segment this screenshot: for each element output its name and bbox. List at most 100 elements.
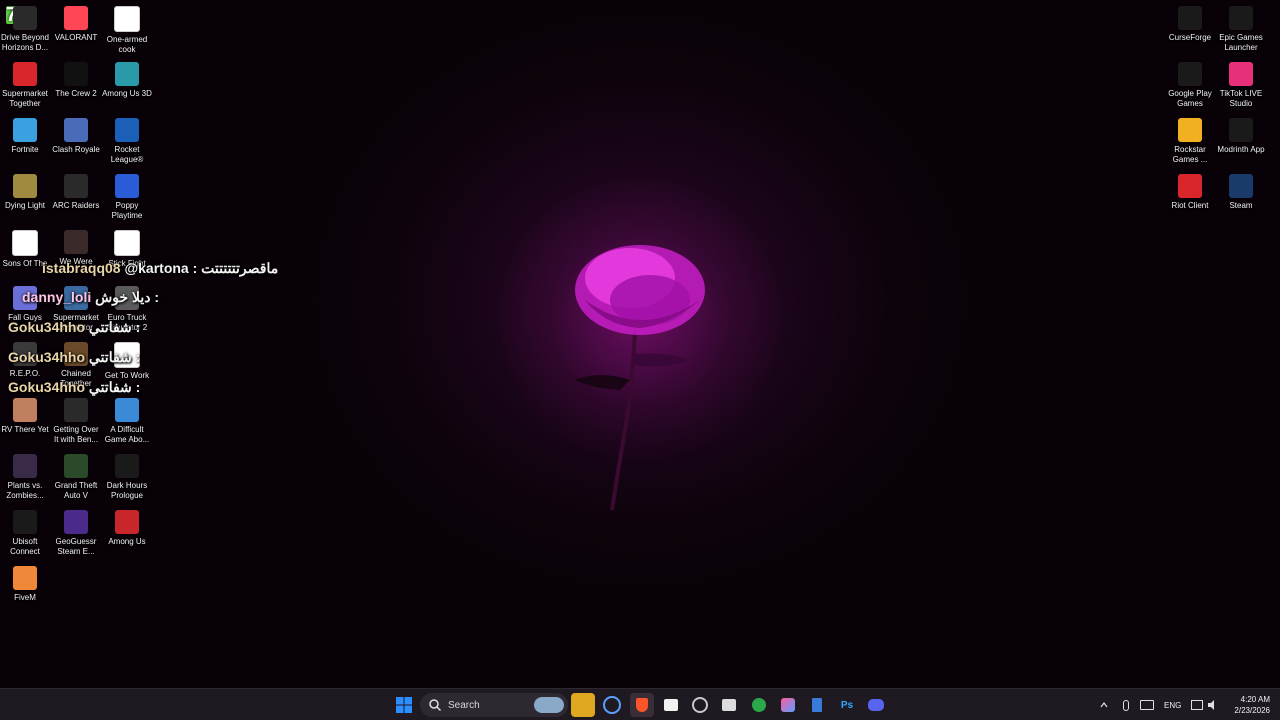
curseforge-icon <box>1178 6 1202 30</box>
volume-icon[interactable] <box>1204 693 1222 717</box>
windows-icon <box>396 697 412 713</box>
getting-over-it-icon <box>64 398 88 422</box>
desktop-icon[interactable]: Ubisoft Connect <box>0 510 50 557</box>
riot-client-icon <box>1178 174 1202 198</box>
chat-line: Goku34hho شفاتتي : <box>8 379 140 396</box>
microphone-icon[interactable] <box>1116 693 1136 717</box>
desktop-icon-label: Rocket League® <box>110 145 144 164</box>
discord-icon[interactable] <box>864 693 888 717</box>
clock[interactable]: 4:20 AM 2/23/2026 <box>1222 694 1270 716</box>
cortana-icon[interactable] <box>600 693 624 717</box>
steam-icon <box>1229 174 1253 198</box>
dying-light-icon <box>13 174 37 198</box>
desktop-icon-label: Ubisoft Connect <box>10 537 40 556</box>
taskbar: Search Ps ENG 4:20 AM 2/23/2026 <box>0 688 1280 720</box>
desktop-icon-label: ARC Raiders <box>52 201 100 210</box>
chat-line: danny_loli ديلا خوش : <box>22 289 159 306</box>
desktop-icon[interactable]: Riot Client <box>1165 174 1215 211</box>
desktop-icon-label: VALORANT <box>54 33 98 42</box>
desktop-icon[interactable]: VALORANT <box>51 6 101 43</box>
chat-message: ديلا خوش : <box>95 289 160 305</box>
poppy-playtime-icon <box>115 174 139 198</box>
desktop-icon[interactable]: Grand Theft Auto V <box>51 454 101 501</box>
search-icon <box>429 699 442 712</box>
capcut-icon[interactable] <box>659 693 683 717</box>
chat-message: شفاتتي : <box>88 379 141 395</box>
desktop-icon[interactable]: Getting Over It with Ben... <box>51 398 101 445</box>
desktop-icon[interactable]: FiveM <box>0 566 50 603</box>
chat-message: شفاتتي : <box>88 319 141 335</box>
calculator-icon[interactable] <box>805 693 829 717</box>
desktop-icon[interactable]: Among Us 3D <box>102 62 152 99</box>
desktop-icon[interactable]: The Crew 2 <box>51 62 101 99</box>
desktop-icon[interactable]: TikTok LIVE Studio <box>1216 62 1266 109</box>
rv-there-yet-icon <box>13 398 37 422</box>
desktop-icon-label: Clash Royale <box>52 145 100 154</box>
chat-line: Goku34hho شفاتتي : <box>8 349 140 366</box>
desktop-icon-label: Modrinth App <box>1217 145 1265 154</box>
capture-app-icon[interactable] <box>717 693 741 717</box>
desktop-icon[interactable]: Google Play Games <box>1165 62 1215 109</box>
desktop-icon[interactable]: Modrinth App <box>1216 118 1266 155</box>
photoshop-icon[interactable]: Ps <box>835 693 859 717</box>
desktop-icon-label: TikTok LIVE Studio <box>1219 89 1263 108</box>
language-indicator[interactable]: ENG <box>1164 701 1181 710</box>
search-label: Search <box>448 699 480 711</box>
desktop-icon-label: Rockstar Games ... <box>1172 145 1208 164</box>
desktop-icon[interactable]: Rocket League® <box>102 118 152 165</box>
desktop-icon-label: Supermarket Together <box>2 89 48 108</box>
desktop-icon[interactable]: RV There Yet <box>0 398 50 435</box>
tiktok-live-studio-icon <box>1229 62 1253 86</box>
desktop-icon-label: One-armed cook <box>106 35 148 54</box>
among-us-3d-icon <box>115 62 139 86</box>
desktop-icon-label: Epic Games Launcher <box>1219 33 1263 52</box>
keyboard-icon[interactable] <box>1137 693 1157 717</box>
ubisoft-connect-icon <box>13 510 37 534</box>
desktop-icon[interactable]: Dying Light <box>0 174 50 211</box>
rocket-league-icon <box>115 118 139 142</box>
desktop-icon[interactable]: Steam <box>1216 174 1266 211</box>
file-explorer-icon[interactable] <box>571 693 595 717</box>
desktop-icon-label: Google Play Games <box>1168 89 1212 108</box>
brave-browser-icon[interactable] <box>630 693 654 717</box>
desktop-icon[interactable]: One-armed cook <box>102 6 152 55</box>
arc-raiders-icon <box>64 174 88 198</box>
desktop-icon-label: Among Us 3D <box>102 89 152 98</box>
desktop-icon[interactable]: CurseForge <box>1165 6 1215 43</box>
the-crew-2-icon <box>64 62 88 86</box>
desktop-icon[interactable]: Clash Royale <box>51 118 101 155</box>
start-button[interactable] <box>392 693 416 717</box>
rose-wallpaper <box>575 245 705 511</box>
desktop-icon[interactable]: Rockstar Games ... <box>1165 118 1215 165</box>
desktop-icon[interactable]: Dark Hours Prologue <box>102 454 152 501</box>
search-highlight-icon <box>534 697 564 713</box>
gallery-icon[interactable] <box>776 693 800 717</box>
dark-hours-icon <box>115 454 139 478</box>
desktop-icon[interactable]: A Difficult Game Abo... <box>102 398 152 445</box>
chat-message: @kartona : ماقصرتتتتتتت <box>124 260 279 276</box>
desktop-icon-label: Grand Theft Auto V <box>54 481 98 500</box>
desktop-icon[interactable]: Poppy Playtime <box>102 174 152 221</box>
desktop-icon[interactable]: Drive Beyond Horizons D... <box>0 6 50 53</box>
desktop-icon[interactable]: Plants vs. Zombies... <box>0 454 50 501</box>
desktop-icon-label: The Crew 2 <box>55 89 97 98</box>
desktop-icon-label: A Difficult Game Abo... <box>104 425 150 444</box>
desktop-icon-label: RV There Yet <box>1 425 49 434</box>
fortnite-icon <box>13 118 37 142</box>
desktop-icon[interactable]: Among Us <box>102 510 152 547</box>
search-box[interactable]: Search <box>420 693 568 717</box>
desktop-icon[interactable]: Fortnite <box>0 118 50 155</box>
settings-icon[interactable] <box>688 693 712 717</box>
chat-user: Goku34hho <box>8 349 86 365</box>
desktop-icon[interactable]: Epic Games Launcher <box>1216 6 1266 53</box>
desktop-icon[interactable]: ARC Raiders <box>51 174 101 211</box>
xbox-icon[interactable] <box>747 693 771 717</box>
desktop-icon[interactable]: GeoGuessr Steam E... <box>51 510 101 557</box>
file-icon <box>114 6 140 32</box>
epic-games-icon <box>1229 6 1253 30</box>
desktop-icon[interactable]: Supermarket Together <box>0 62 50 109</box>
chat-line: istabraqq08 @kartona : ماقصرتتتتتتت <box>42 260 278 277</box>
chevron-up-icon[interactable] <box>1094 693 1114 717</box>
chat-message: شفاتتي : <box>88 349 141 365</box>
chat-user: Goku34hho <box>8 319 86 335</box>
